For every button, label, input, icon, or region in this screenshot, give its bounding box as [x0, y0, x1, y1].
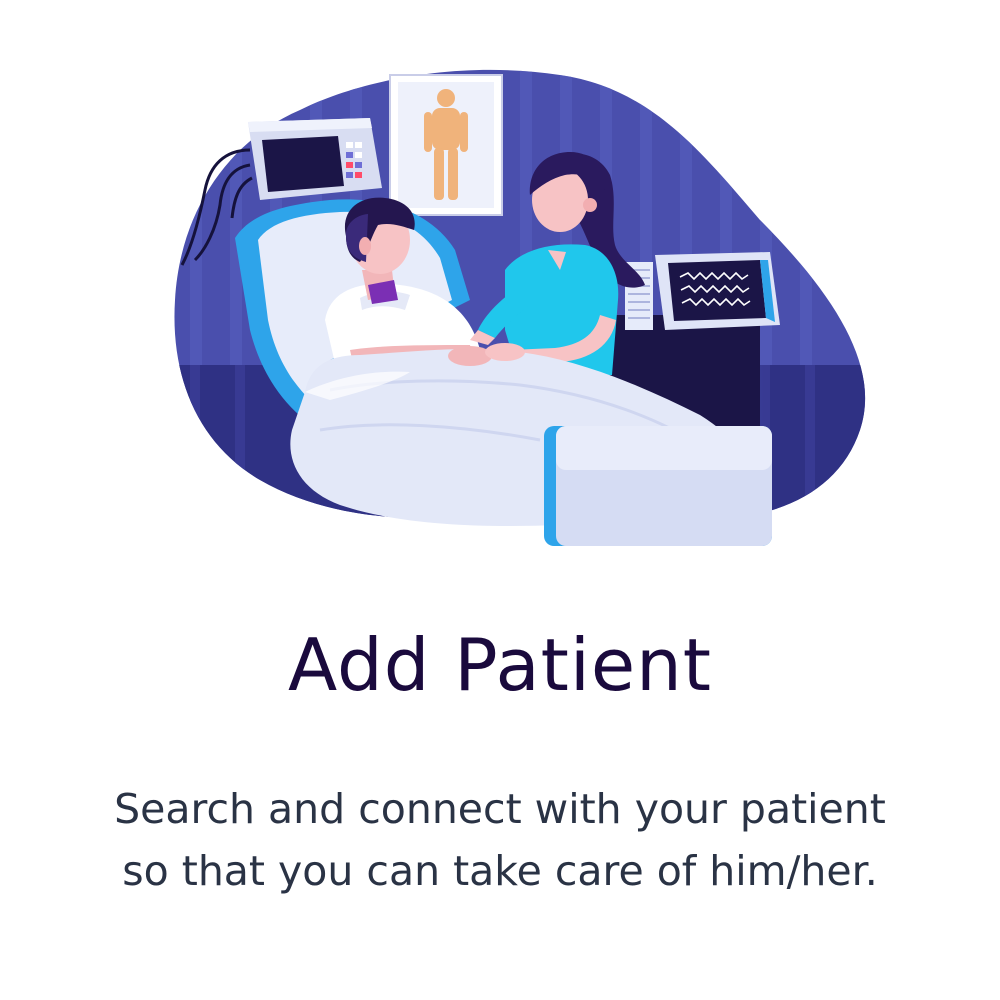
- page-title: Add Patient: [288, 623, 712, 707]
- bed-footboard: [544, 426, 772, 546]
- onboarding-illustration: [0, 0, 1000, 600]
- ecg-monitor: [625, 252, 780, 330]
- description-line: so that you can take care of him/her.: [122, 847, 878, 895]
- page-description: Search and connect with your patient so …: [0, 778, 1000, 902]
- hospital-care-illustration: [174, 69, 866, 546]
- anatomy-poster: [389, 74, 503, 216]
- description-line: Search and connect with your patient: [114, 785, 886, 833]
